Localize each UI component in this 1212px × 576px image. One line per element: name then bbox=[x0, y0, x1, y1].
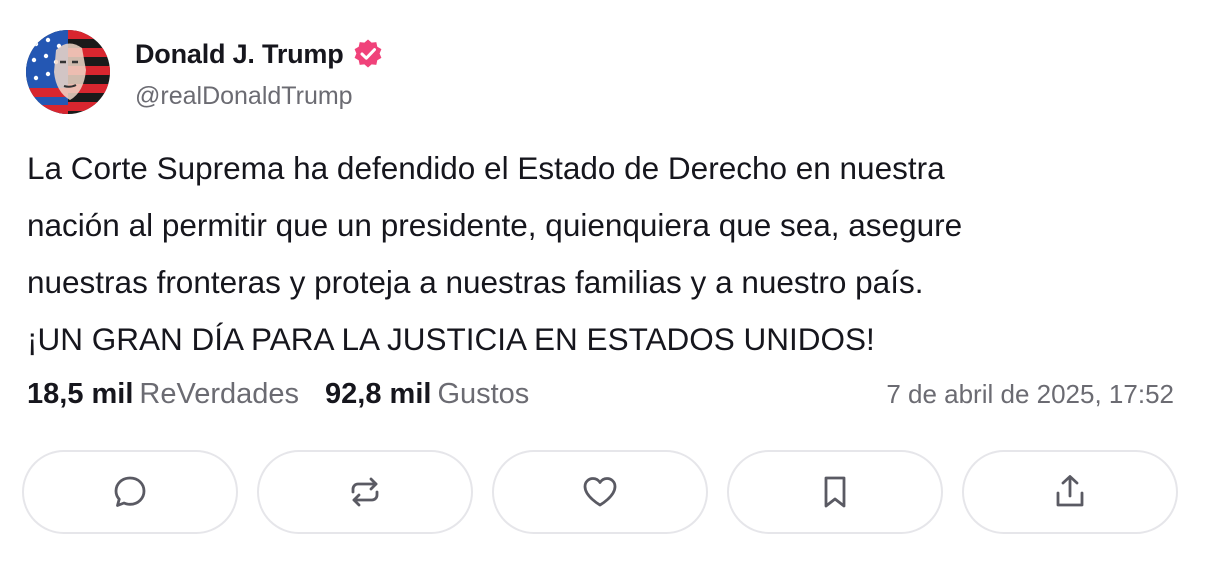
likes-stat[interactable]: 92,8 mil Gustos bbox=[325, 378, 529, 411]
post-text-line: ¡UN GRAN DÍA PARA LA JUSTICIA EN ESTADOS… bbox=[27, 321, 875, 357]
post-header: Donald J. Trump @realDonaldTrump bbox=[26, 30, 384, 114]
bookmark-icon bbox=[824, 476, 846, 508]
reposts-count: 18,5 mil bbox=[27, 378, 134, 410]
share-button[interactable] bbox=[962, 450, 1178, 534]
reply-button[interactable] bbox=[22, 450, 238, 534]
repost-icon bbox=[351, 477, 379, 507]
name-row: Donald J. Trump bbox=[135, 38, 384, 70]
post-text-line: La Corte Suprema ha defendido el Estado … bbox=[27, 150, 945, 186]
author-handle[interactable]: @realDonaldTrump bbox=[135, 82, 384, 111]
author-name[interactable]: Donald J. Trump bbox=[135, 39, 344, 70]
post-text-line: nuestras fronteras y proteja a nuestras … bbox=[27, 264, 924, 300]
bookmark-button[interactable] bbox=[727, 450, 943, 534]
reposts-stat[interactable]: 18,5 mil ReVerdades bbox=[27, 378, 299, 411]
action-bar bbox=[22, 450, 1178, 534]
post-timestamp[interactable]: 7 de abril de 2025, 17:52 bbox=[886, 379, 1174, 410]
like-button[interactable] bbox=[492, 450, 708, 534]
share-icon bbox=[1056, 475, 1084, 507]
reply-icon bbox=[114, 476, 146, 507]
author-identity: Donald J. Trump @realDonaldTrump bbox=[135, 38, 384, 111]
like-icon bbox=[583, 477, 617, 507]
likes-label: Gustos bbox=[437, 378, 530, 410]
post-text-line: nación al permitir que un presidente, qu… bbox=[27, 207, 963, 243]
flag-portrait-avatar-icon bbox=[26, 30, 110, 114]
reposts-label: ReVerdades bbox=[139, 378, 300, 410]
post-text: La Corte Suprema ha defendido el Estado … bbox=[27, 140, 1187, 368]
repost-button[interactable] bbox=[257, 450, 473, 534]
avatar[interactable] bbox=[26, 30, 110, 114]
post-stats: 18,5 mil ReVerdades 92,8 mil Gustos 7 de… bbox=[27, 378, 1174, 411]
verified-badge-icon bbox=[352, 38, 384, 70]
likes-count: 92,8 mil bbox=[325, 378, 432, 410]
